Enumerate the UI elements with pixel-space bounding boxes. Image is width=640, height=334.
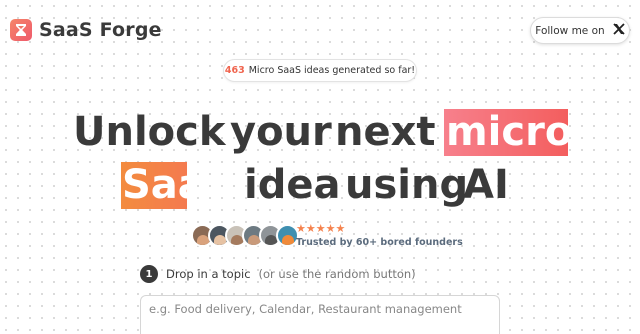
headline-word: idea <box>244 162 341 208</box>
x-logo-icon <box>613 23 625 38</box>
hourglass-icon <box>10 19 32 41</box>
ideas-counter-badge: 463 Micro SaaS ideas generated so far! <box>223 59 417 82</box>
trusted-text: Trusted by 60+ bored founders <box>296 237 463 248</box>
founder-avatars <box>191 224 299 247</box>
ideas-count: 463 <box>224 65 245 76</box>
brand-logo[interactable]: SaaS Forge <box>10 19 162 41</box>
brand-name: SaaS Forge <box>39 19 162 41</box>
headline-highlight-saas: Saa <box>121 162 187 209</box>
step-1: 1 Drop in a topic (or use the random but… <box>140 265 416 283</box>
headline-word: using <box>345 162 469 208</box>
headline-word: your <box>230 109 332 155</box>
follow-label: Follow me on <box>535 24 605 37</box>
step-hint: (or use the random button) <box>258 267 416 281</box>
topic-input[interactable] <box>140 295 500 334</box>
rating-stars: ★★★★★ <box>296 222 346 235</box>
headline-word: Unlock <box>73 109 226 155</box>
ideas-count-text: Micro SaaS ideas generated so far! <box>248 65 416 76</box>
step-label: Drop in a topic <box>166 267 251 281</box>
headline-word: AI <box>463 162 509 208</box>
headline-highlight-micro: micro <box>444 109 568 156</box>
follow-on-x-button[interactable]: Follow me on <box>530 17 630 44</box>
headline-word: next <box>335 109 436 155</box>
step-number-badge: 1 <box>140 265 158 283</box>
